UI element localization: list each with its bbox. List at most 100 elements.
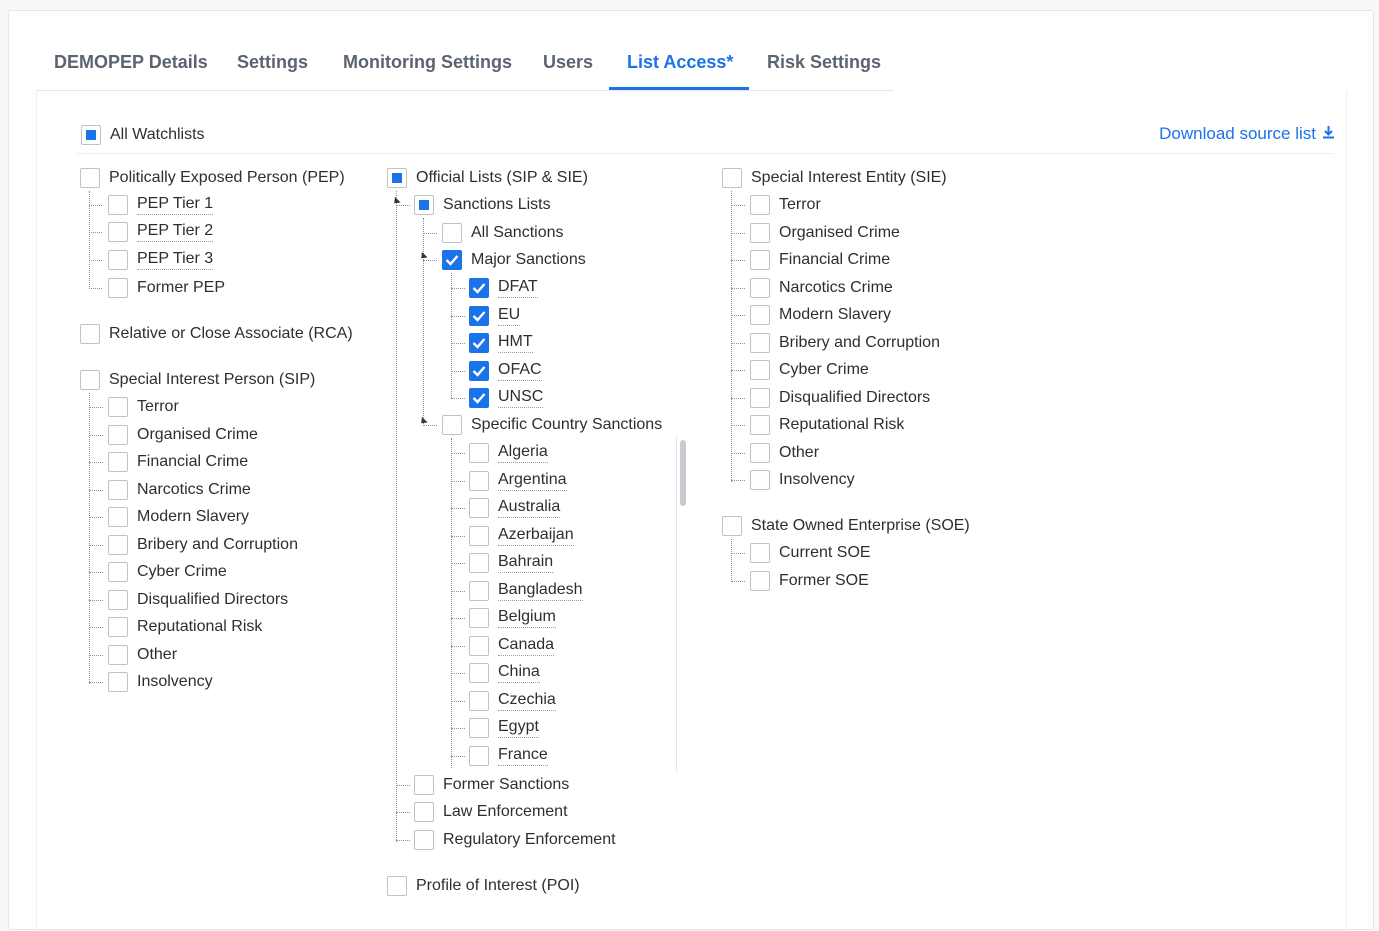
list-item-checkbox[interactable] bbox=[108, 562, 128, 582]
major-sanctions-label: Major Sanctions bbox=[471, 251, 586, 268]
list-item-checkbox[interactable] bbox=[469, 690, 489, 711]
list-item-checkbox[interactable] bbox=[108, 644, 128, 665]
list-item-checkbox[interactable] bbox=[750, 305, 770, 325]
regulatory-enforcement-checkbox[interactable] bbox=[414, 830, 434, 850]
list-item: Former SOE bbox=[750, 569, 869, 593]
list-item-checkbox[interactable] bbox=[108, 589, 128, 610]
list-item-checkbox[interactable] bbox=[108, 424, 128, 445]
tree-line bbox=[731, 452, 745, 454]
sip-group: Special Interest Person (SIP) bbox=[80, 368, 315, 392]
list-item-checkbox[interactable] bbox=[750, 332, 770, 353]
list-item-checkbox[interactable] bbox=[469, 608, 489, 628]
list-item-checkbox[interactable] bbox=[108, 617, 128, 637]
tree-line bbox=[451, 273, 452, 398]
tree-line bbox=[89, 682, 103, 683]
list-item: Financial Crime bbox=[750, 248, 890, 272]
major-sanctions-checkbox[interactable] bbox=[442, 250, 462, 270]
tree-line bbox=[396, 785, 410, 786]
list-item-checkbox[interactable] bbox=[469, 498, 489, 518]
sanctions-lists-checkbox[interactable] bbox=[414, 195, 434, 215]
soe-checkbox[interactable] bbox=[722, 516, 742, 536]
item-label: Insolvency bbox=[779, 471, 855, 488]
list-item-checkbox[interactable] bbox=[469, 388, 489, 408]
all-watchlists-label: All Watchlists bbox=[110, 126, 205, 143]
list-item-checkbox[interactable] bbox=[750, 195, 770, 215]
list-item: Argentina bbox=[469, 469, 567, 493]
list-item: Disqualified Directors bbox=[750, 386, 930, 410]
tree-line bbox=[396, 840, 410, 841]
list-item-checkbox[interactable] bbox=[469, 278, 489, 298]
tab-demopep-details[interactable]: DEMOPEP Details bbox=[36, 38, 226, 90]
list-item-checkbox[interactable] bbox=[750, 442, 770, 463]
tab-list-access[interactable]: List Access* bbox=[609, 38, 749, 90]
list-item-checkbox[interactable] bbox=[469, 360, 489, 381]
list-item-checkbox[interactable] bbox=[750, 387, 770, 408]
official-lists-checkbox[interactable] bbox=[387, 168, 407, 188]
tree-line bbox=[89, 572, 103, 573]
specific-country-checkbox[interactable] bbox=[442, 415, 462, 435]
current-soe-checkbox[interactable] bbox=[750, 543, 770, 563]
rca-checkbox[interactable] bbox=[80, 324, 100, 344]
list-item-checkbox[interactable] bbox=[469, 718, 489, 738]
item-label: All Sanctions bbox=[471, 224, 564, 241]
all-watchlists-checkbox[interactable] bbox=[81, 125, 101, 145]
tab-settings[interactable]: Settings bbox=[219, 38, 326, 90]
list-item-checkbox[interactable] bbox=[750, 277, 770, 298]
list-item-checkbox[interactable] bbox=[469, 663, 489, 683]
tab-risk-settings[interactable]: Risk Settings bbox=[749, 38, 899, 90]
sie-group: Special Interest Entity (SIE) bbox=[722, 166, 947, 190]
tree-line bbox=[731, 480, 745, 481]
download-source-list-link[interactable]: Download source list bbox=[1159, 124, 1335, 144]
item-label: Former SOE bbox=[779, 572, 869, 589]
list-item-checkbox[interactable] bbox=[108, 534, 128, 555]
tab-monitoring-settings[interactable]: Monitoring Settings bbox=[325, 38, 530, 90]
pep-checkbox[interactable] bbox=[80, 168, 100, 188]
list-item-checkbox[interactable] bbox=[469, 635, 489, 656]
all-sanctions-checkbox[interactable] bbox=[442, 223, 462, 243]
former-pep-checkbox[interactable] bbox=[108, 278, 128, 298]
item-label: HMT bbox=[498, 333, 533, 353]
tree-line bbox=[731, 232, 745, 234]
item-label: France bbox=[498, 746, 548, 766]
list-item: Insolvency bbox=[750, 468, 855, 492]
list-item-checkbox[interactable] bbox=[469, 745, 489, 766]
poi-checkbox[interactable] bbox=[387, 876, 407, 896]
list-item-checkbox[interactable] bbox=[469, 443, 489, 463]
item-label: Modern Slavery bbox=[779, 306, 892, 323]
list-item-checkbox[interactable] bbox=[108, 672, 128, 692]
sie-checkbox[interactable] bbox=[722, 168, 742, 188]
former-sanctions-checkbox[interactable] bbox=[414, 775, 434, 795]
item-label: Reputational Risk bbox=[779, 416, 905, 433]
list-item: China bbox=[469, 661, 540, 685]
list-item-checkbox[interactable] bbox=[469, 553, 489, 573]
sip-checkbox[interactable] bbox=[80, 370, 100, 390]
list-item-checkbox[interactable] bbox=[750, 222, 770, 243]
list-item-checkbox[interactable] bbox=[469, 305, 489, 326]
scrollbar-thumb[interactable] bbox=[680, 440, 686, 506]
pep-tier-2-checkbox[interactable] bbox=[108, 222, 128, 242]
list-item-checkbox[interactable] bbox=[750, 360, 770, 380]
pep-tier-1-checkbox[interactable] bbox=[108, 195, 128, 215]
list-item-checkbox[interactable] bbox=[108, 452, 128, 472]
pep-tier-3-checkbox[interactable] bbox=[108, 250, 128, 270]
former-soe-checkbox[interactable] bbox=[750, 571, 770, 591]
list-item-checkbox[interactable] bbox=[108, 397, 128, 417]
list-item-checkbox[interactable] bbox=[750, 470, 770, 490]
tab-users[interactable]: Users bbox=[525, 38, 611, 90]
tree-line bbox=[731, 370, 745, 371]
tree-line bbox=[423, 425, 437, 426]
list-item-checkbox[interactable] bbox=[750, 415, 770, 435]
list-item-checkbox[interactable] bbox=[469, 525, 489, 546]
list-item-checkbox[interactable] bbox=[108, 507, 128, 527]
tree-line bbox=[423, 260, 437, 261]
list-item-checkbox[interactable] bbox=[469, 333, 489, 353]
list-item-checkbox[interactable] bbox=[469, 580, 489, 601]
list-item-checkbox[interactable] bbox=[108, 479, 128, 500]
item-label: Organised Crime bbox=[137, 425, 258, 443]
item-label: Other bbox=[137, 645, 178, 663]
list-item: Czechia bbox=[469, 689, 556, 713]
tree-line bbox=[451, 343, 465, 344]
list-item-checkbox[interactable] bbox=[469, 470, 489, 491]
law-enforcement-checkbox[interactable] bbox=[414, 802, 434, 822]
list-item-checkbox[interactable] bbox=[750, 250, 770, 270]
